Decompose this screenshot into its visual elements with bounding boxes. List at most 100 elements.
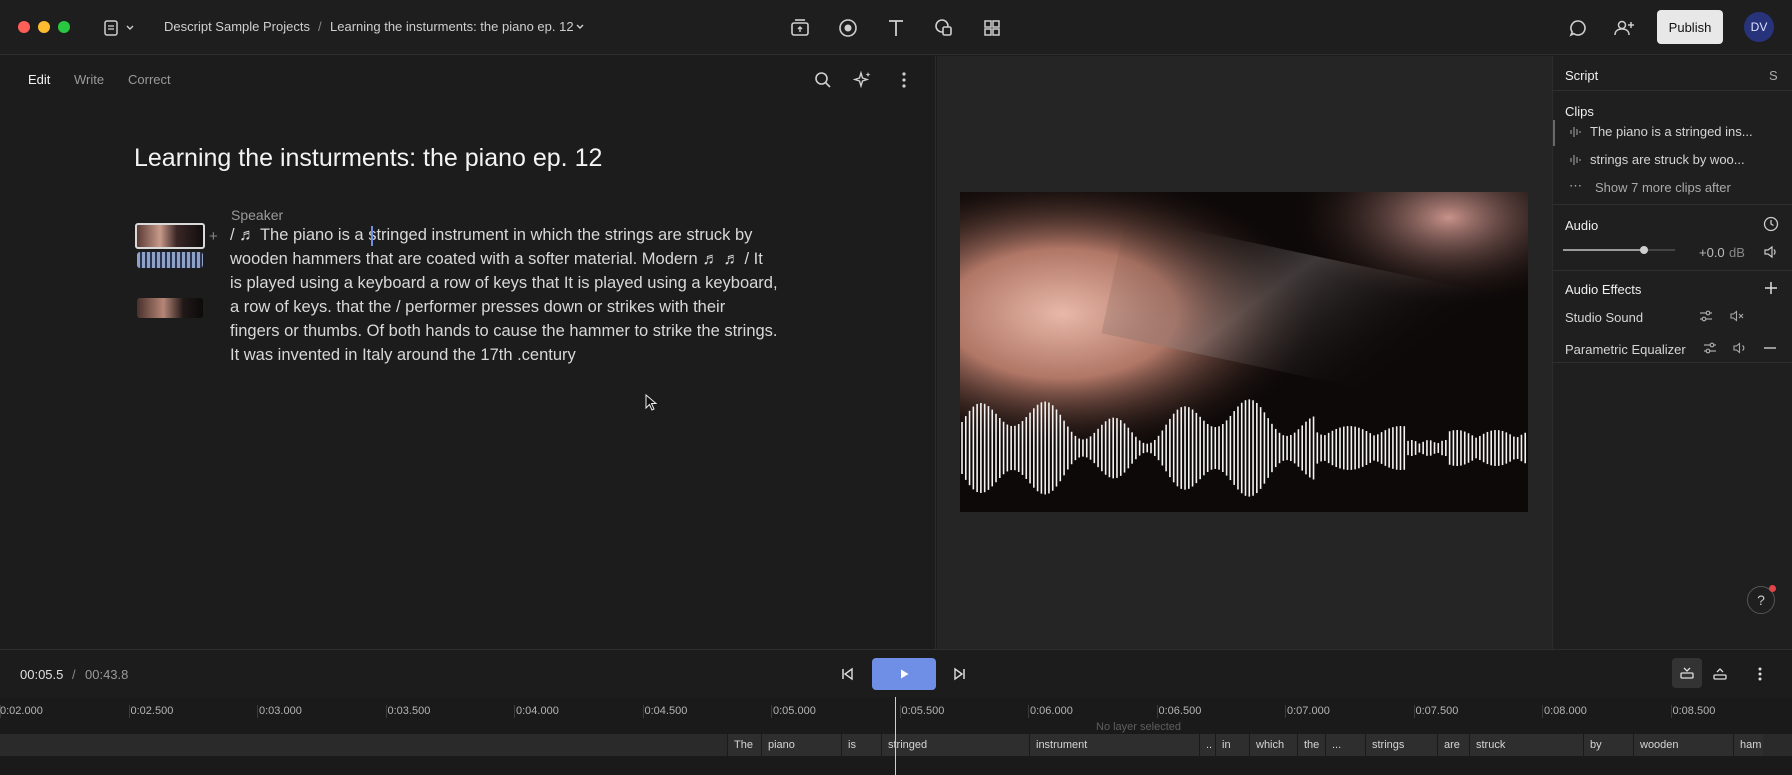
add-scene-icon[interactable]: +	[209, 228, 218, 245]
transcript-line[interactable]: wooden hammers that are coated with a so…	[230, 250, 763, 269]
media-icon[interactable]	[788, 16, 812, 40]
chevron-down-icon[interactable]	[574, 21, 586, 33]
scene-thumbnail[interactable]	[137, 252, 203, 268]
volume-value[interactable]: +0.0	[1699, 245, 1725, 260]
tab-write[interactable]: Write	[74, 72, 104, 87]
ruler-tick	[385, 705, 387, 718]
ruler-label: 0:07.000	[1287, 705, 1330, 717]
breadcrumb-separator: /	[318, 19, 322, 34]
timeline-word[interactable]: ham	[1733, 734, 1763, 756]
ruler-label: 0:02.500	[130, 705, 174, 717]
skip-back-icon[interactable]	[839, 666, 855, 682]
speaker-icon[interactable]	[1763, 244, 1779, 260]
timeline-word[interactable]: struck	[1469, 734, 1583, 756]
record-icon[interactable]	[836, 16, 860, 40]
zoom-window-button[interactable]	[58, 21, 70, 33]
top-bar: Descript Sample Projects / Learning the …	[0, 0, 1792, 55]
timeline-word[interactable]: strings	[1365, 734, 1437, 756]
sparkle-icon[interactable]	[853, 70, 873, 90]
timeline[interactable]: 0:02.000 0:02.500 0:03.000 0:03.500 0:04.000…	[0, 697, 1792, 775]
timeline-word[interactable]: The	[727, 734, 761, 756]
sliders-icon[interactable]	[1699, 309, 1713, 323]
ruler-label: 0:06.500	[1158, 705, 1202, 717]
app-menu-button[interactable]	[103, 17, 137, 39]
divider	[1553, 270, 1792, 271]
expand-timeline-icon[interactable]	[1712, 666, 1728, 682]
volume-slider[interactable]	[1563, 242, 1675, 258]
effect-studio-sound[interactable]: Studio Sound	[1565, 310, 1643, 325]
timeline-word[interactable]: by	[1583, 734, 1633, 756]
timeline-word[interactable]: wooden	[1633, 734, 1733, 756]
skip-forward-icon[interactable]	[952, 666, 968, 682]
breadcrumb-composition[interactable]: Learning the insturments: the piano ep. …	[330, 19, 574, 34]
timeline-word[interactable]: ...	[1325, 734, 1365, 756]
volume-unit: dB	[1729, 245, 1745, 260]
close-window-button[interactable]	[18, 21, 30, 33]
minimize-window-button[interactable]	[38, 21, 50, 33]
show-more-clips-link[interactable]: Show 7 more clips after	[1595, 180, 1731, 195]
script-section-title[interactable]: Script	[1565, 68, 1598, 83]
document-icon	[104, 20, 134, 36]
text-cursor	[371, 226, 373, 246]
ruler-tick	[642, 705, 644, 718]
timeline-word[interactable]: ..	[1199, 734, 1215, 756]
search-icon[interactable]	[813, 70, 833, 90]
publish-button[interactable]: Publish	[1657, 10, 1723, 44]
timeline-word[interactable]: piano	[761, 734, 841, 756]
timeline-word[interactable]: are	[1437, 734, 1469, 756]
transcript-line[interactable]: / ♬ The piano is a stringed instrument i…	[230, 226, 752, 245]
more-icon[interactable]	[1752, 666, 1768, 682]
avatar[interactable]: DV	[1744, 12, 1774, 42]
sliders-icon[interactable]	[1703, 341, 1717, 355]
clock-icon[interactable]	[1763, 216, 1779, 232]
collapse-timeline-button[interactable]	[1672, 658, 1702, 688]
remove-effect-icon[interactable]	[1763, 341, 1777, 355]
timeline-word[interactable]: instrument	[1029, 734, 1199, 756]
audio-effects-title: Audio Effects	[1565, 282, 1642, 297]
breadcrumb-project[interactable]: Descript Sample Projects	[164, 19, 310, 34]
divider	[1553, 90, 1792, 91]
ruler-label: 0:06.000	[1030, 705, 1073, 717]
timeline-word[interactable]: which	[1249, 734, 1297, 756]
collapse-icon	[1680, 667, 1694, 679]
more-clips-icon: ⋯	[1569, 178, 1582, 193]
transport-bar: 00:05.5 / 00:43.8	[0, 649, 1792, 697]
timeline-word[interactable]: the	[1297, 734, 1325, 756]
grid-icon[interactable]	[980, 16, 1004, 40]
ruler-label: 0:03.500	[387, 705, 431, 717]
composition-title[interactable]: Learning the insturments: the piano ep. …	[134, 144, 602, 173]
video-frame[interactable]	[960, 192, 1528, 512]
transcript-line[interactable]: a row of keys. that the / performer pres…	[230, 298, 725, 317]
clip-item[interactable]: The piano is a stringed ins...	[1590, 124, 1753, 139]
ruler-tick	[1670, 705, 1672, 718]
scene-thumbnail[interactable]	[137, 298, 203, 318]
ruler-label: 0:05.500	[901, 705, 945, 717]
clip-item[interactable]: strings are struck by woo...	[1590, 152, 1745, 167]
transcript-line[interactable]: It was invented in Italy around the 17th…	[230, 346, 576, 365]
transcript-line[interactable]: is played using a keyboard a row of keys…	[230, 274, 778, 293]
ruler-tick	[899, 705, 901, 718]
ruler-label: 0:08.000	[1544, 705, 1587, 717]
script-editor: Edit Write Correct Learning the insturme…	[0, 56, 936, 649]
waveform-icon	[1569, 154, 1581, 166]
shapes-icon[interactable]	[932, 16, 956, 40]
mute-icon[interactable]	[1730, 309, 1744, 323]
add-person-icon[interactable]	[1612, 16, 1636, 40]
current-time[interactable]: 00:05.5	[20, 667, 63, 682]
scene-thumbnail[interactable]	[135, 223, 205, 249]
tab-edit[interactable]: Edit	[28, 72, 50, 87]
tab-correct[interactable]: Correct	[128, 72, 171, 87]
timeline-word[interactable]: is	[841, 734, 881, 756]
add-effect-icon[interactable]	[1763, 280, 1779, 296]
timeline-word[interactable]: in	[1215, 734, 1249, 756]
speaker-label[interactable]: Speaker	[231, 207, 283, 223]
speaker-icon[interactable]	[1733, 341, 1747, 355]
timeline-word[interactable]: stringed	[881, 734, 1029, 756]
more-icon[interactable]	[894, 70, 914, 90]
comment-icon[interactable]	[1566, 16, 1590, 40]
playhead[interactable]	[895, 697, 896, 775]
transcript-line[interactable]: fingers or thumbs. Of both hands to caus…	[230, 322, 778, 341]
play-button[interactable]	[872, 658, 936, 690]
text-icon[interactable]	[884, 16, 908, 40]
effect-parametric-equalizer[interactable]: Parametric Equalizer	[1565, 342, 1686, 357]
